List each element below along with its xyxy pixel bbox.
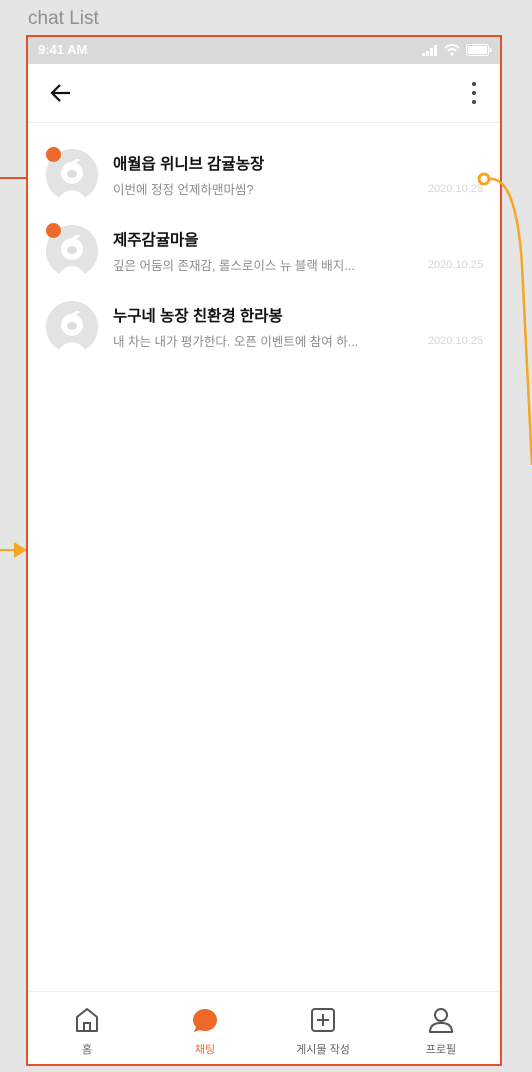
chat-preview: 이번에 정정 언제하맨마씸?: [113, 183, 254, 197]
back-arrow-icon[interactable]: [48, 80, 74, 106]
unread-indicator: [46, 223, 61, 238]
wifi-icon: [444, 44, 460, 56]
prototype-connector-line: [0, 177, 28, 179]
chat-list: 애월읍 위니브 감귤농장 이번에 정정 언제하맨마씸? 2020.10.25 제…: [28, 141, 500, 369]
chat-name: 제주감귤마을: [113, 232, 199, 249]
chat-bubble-icon: [193, 1009, 217, 1032]
prototype-arrow-icon: [0, 542, 27, 558]
chat-name: 누구네 농장 친환경 한라봉: [113, 308, 283, 325]
tab-post[interactable]: 게시물 작성: [264, 992, 382, 1064]
status-bar: 9:41 AM: [28, 37, 500, 64]
tab-profile[interactable]: 프로필: [382, 992, 500, 1064]
bottom-tab-bar: 홈 채팅 게시물 작성 프로필: [28, 991, 500, 1064]
chat-preview: 깊은 어둠의 존재감, 롤스로이스 뉴 블랙 배지...: [113, 259, 355, 273]
unread-indicator: [46, 147, 61, 162]
chat-list-item[interactable]: 누구네 농장 친환경 한라봉 내 차는 내가 평가한다. 오픈 이벤트에 참여 …: [28, 293, 500, 369]
add-post-icon: [311, 1008, 335, 1032]
chat-preview: 내 차는 내가 평가한다. 오픈 이벤트에 참여 하...: [113, 335, 359, 349]
more-vertical-icon[interactable]: [466, 79, 482, 107]
battery-icon: [466, 44, 492, 56]
tab-post-label: 게시물 작성: [296, 1044, 350, 1056]
tangerine-avatar-icon: [46, 301, 98, 353]
user-icon: [429, 1008, 453, 1033]
tab-home-label: 홈: [81, 1044, 93, 1056]
tab-profile-label: 프로필: [425, 1044, 457, 1056]
phone-screen: 9:41 AM 애월읍 위니브 감귤농장 이번에 정정 언제하맨마씸? 2020…: [26, 35, 502, 1066]
status-time: 9:41 AM: [38, 42, 88, 57]
chat-list-item[interactable]: 제주감귤마을 깊은 어둠의 존재감, 롤스로이스 뉴 블랙 배지... 2020…: [28, 217, 500, 293]
chat-list-item[interactable]: 애월읍 위니브 감귤농장 이번에 정정 언제하맨마씸? 2020.10.25: [28, 141, 500, 217]
tab-chat-label: 채팅: [194, 1044, 216, 1056]
app-bar: [28, 64, 500, 123]
chat-name: 애월읍 위니브 감귤농장: [113, 156, 265, 173]
home-icon: [76, 1008, 98, 1032]
frame-label: chat List: [28, 8, 99, 29]
avatar: [46, 301, 98, 353]
tab-home[interactable]: 홈: [28, 992, 146, 1064]
signal-icon: [422, 44, 437, 56]
prototype-connector-curve: [477, 172, 532, 465]
tab-chat[interactable]: 채팅: [146, 992, 264, 1064]
